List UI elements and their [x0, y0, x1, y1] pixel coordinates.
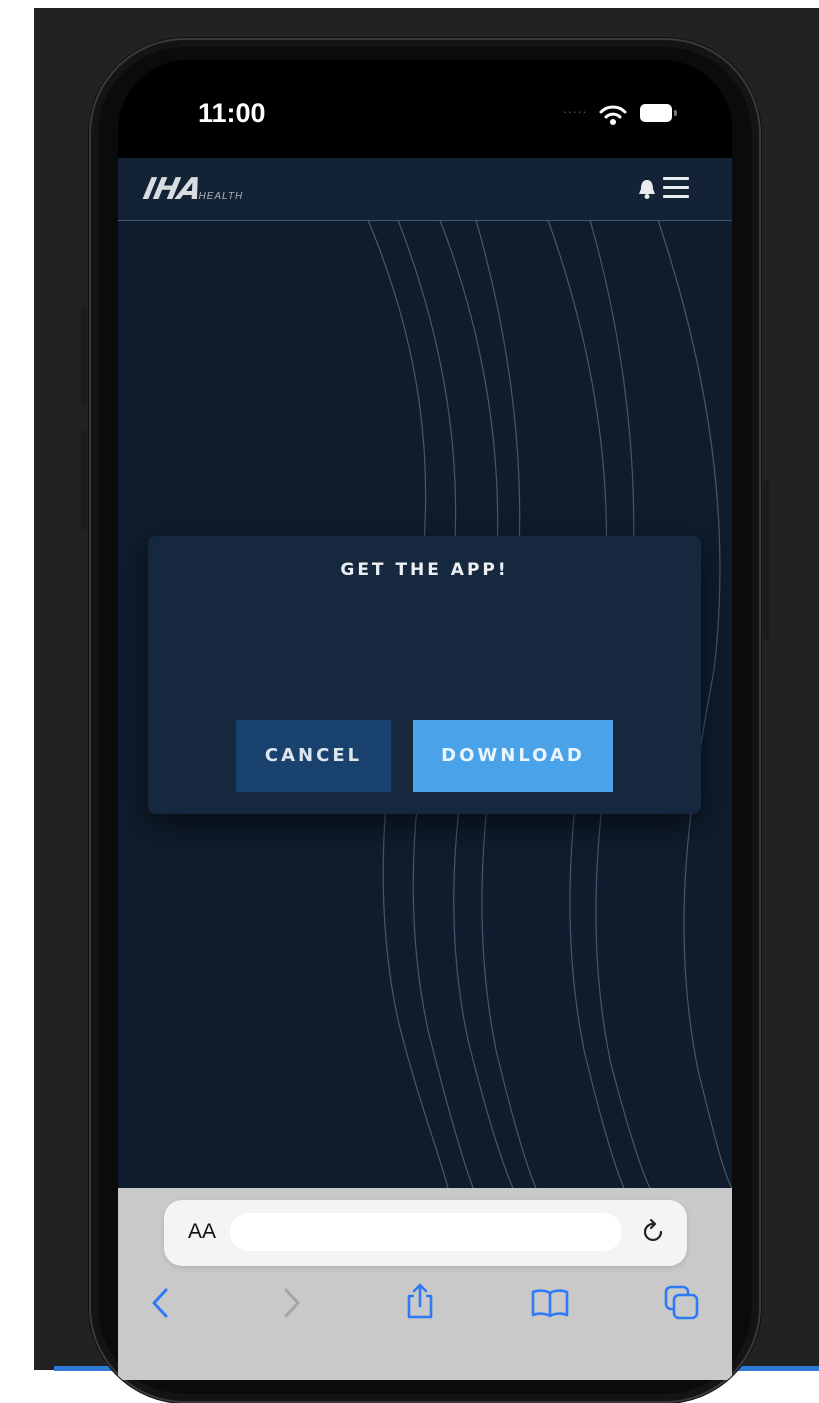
- logo-mark: IHA: [140, 172, 205, 207]
- status-bar: 11:00 .....: [118, 60, 732, 158]
- get-app-modal: GET THE APP! CANCEL DOWNLOAD: [148, 536, 701, 814]
- tabs-icon[interactable]: [663, 1284, 701, 1327]
- safari-bottom-bar: AA: [118, 1188, 732, 1380]
- phone-screen: 11:00 ..... IHAHEALTH GET THE APP! CANCE…: [118, 60, 732, 1380]
- wifi-icon: [599, 104, 627, 131]
- back-icon[interactable]: [150, 1286, 170, 1325]
- signal-dots: .....: [563, 100, 588, 116]
- bookmarks-icon[interactable]: [530, 1286, 570, 1325]
- reload-icon[interactable]: [641, 1218, 667, 1251]
- download-button[interactable]: DOWNLOAD: [413, 720, 613, 792]
- menu-icon[interactable]: [663, 177, 689, 199]
- url-field[interactable]: [230, 1213, 622, 1251]
- battery-icon: [640, 104, 677, 122]
- website-viewport: IHAHEALTH GET THE APP! CANCEL DOWNLOAD: [118, 158, 732, 1188]
- iha-health-logo[interactable]: IHAHEALTH: [140, 172, 244, 208]
- share-icon[interactable]: [405, 1282, 435, 1325]
- site-header: IHAHEALTH: [118, 158, 732, 221]
- status-time: 11:00: [198, 98, 266, 128]
- modal-title: GET THE APP!: [340, 560, 509, 580]
- logo-subtitle: HEALTH: [198, 191, 244, 202]
- bell-icon[interactable]: [637, 178, 657, 205]
- cancel-button[interactable]: CANCEL: [236, 720, 391, 792]
- address-bar[interactable]: AA: [164, 1200, 687, 1266]
- volume-up-button: [81, 305, 87, 405]
- text-size-button[interactable]: AA: [188, 1220, 216, 1244]
- power-button: [763, 480, 769, 640]
- phone-frame: 11:00 ..... IHAHEALTH GET THE APP! CANCE…: [89, 38, 761, 1403]
- forward-icon[interactable]: [282, 1286, 302, 1325]
- volume-down-button: [81, 430, 87, 530]
